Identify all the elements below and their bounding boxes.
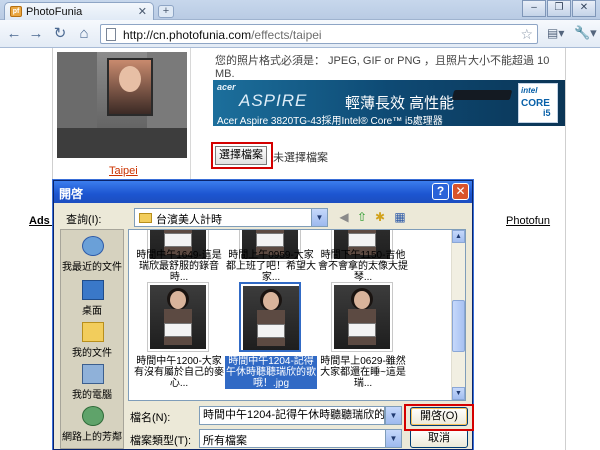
- tab-strip: pf PhotoFunia ✕ + – ❐ ✕: [0, 0, 600, 21]
- address-bar[interactable]: http://cn.photofunia.com/effects/taipei …: [100, 24, 538, 44]
- thumb-sign: [256, 233, 284, 247]
- thumb-sign: [164, 323, 192, 337]
- look-in-dropdown[interactable]: 台濱美人計時 ▼: [134, 208, 328, 227]
- minimize-button[interactable]: –: [522, 0, 546, 17]
- dialog-close-button[interactable]: ✕: [452, 183, 469, 200]
- file-thumbnail: [331, 282, 393, 352]
- file-list-scrollbar[interactable]: ▲ ▼: [451, 230, 465, 400]
- chevron-down-icon[interactable]: ▼: [385, 430, 401, 447]
- effect-caption-link[interactable]: Taipei: [109, 165, 138, 177]
- back-icon[interactable]: ←: [4, 24, 24, 44]
- page-menu-icon[interactable]: ▤▾: [547, 26, 564, 40]
- tab-title: PhotoFunia: [26, 6, 83, 18]
- place-label: 網路上的芳鄰: [62, 432, 122, 443]
- highlight-frame-open: [404, 404, 474, 431]
- url-text: http://cn.photofunia.com/effects/taipei: [123, 28, 322, 42]
- filetype-label: 檔案類型(T):: [130, 435, 192, 447]
- dialog-title-bar[interactable]: 開啓 ? ✕: [54, 181, 472, 203]
- recent-docs-icon: [82, 236, 104, 256]
- highlight-frame-choose: [211, 142, 273, 169]
- file-name: 時間中午1649-這是瑞欣最舒服的錄音時...: [136, 250, 222, 283]
- look-in-value: 台濱美人計時: [156, 214, 222, 226]
- window-controls: – ❐ ✕: [521, 0, 596, 17]
- ads-link[interactable]: Ads I: [29, 215, 56, 227]
- photofunia-favicon-icon: pf: [10, 6, 22, 17]
- thumb-sign: [257, 324, 285, 338]
- forward-icon[interactable]: →: [26, 24, 46, 44]
- intel-i5: i5: [543, 108, 551, 118]
- network-icon: [82, 406, 104, 426]
- file-name: 時間早上0629-雖然大家都還在睡~這是瑞...: [320, 356, 406, 389]
- place-label: 我的電腦: [72, 390, 112, 401]
- back-folder-icon[interactable]: ◀: [336, 209, 352, 225]
- up-folder-icon[interactable]: ⇧: [354, 209, 370, 225]
- thumb-sign: [348, 323, 376, 337]
- file-name: 時間中午1200-大家有沒有屬於自己的麥心...: [134, 356, 224, 389]
- scroll-down-arrow-icon[interactable]: ▼: [452, 387, 465, 400]
- scroll-thumb[interactable]: [452, 300, 465, 352]
- filename-label: 檔名(N):: [130, 412, 171, 424]
- file-name: 時間上午0959-大家都上班了吧！希望大家...: [226, 250, 316, 283]
- column-divider: [190, 48, 191, 183]
- chevron-down-icon[interactable]: ▼: [311, 209, 327, 226]
- url-host: http://cn.photofunia.com: [123, 28, 252, 42]
- preview-street: [57, 128, 187, 158]
- filetype-value: 所有檔案: [203, 435, 247, 447]
- filetype-dropdown[interactable]: 所有檔案 ▼: [199, 429, 402, 448]
- intel-brand: intel: [521, 86, 538, 95]
- banner-slogan: 輕薄長效 高性能: [345, 95, 455, 112]
- no-file-selected-text: 未選擇檔案: [273, 152, 328, 164]
- place-label: 我的文件: [72, 348, 112, 359]
- maximize-button[interactable]: ❐: [547, 0, 571, 17]
- thumb-sign: [348, 233, 376, 247]
- intel-core-i5-logo: intel CORE i5: [518, 83, 558, 123]
- banner-model-text: Acer Aspire 3820TG-43採用Intel® Core™ i5處理…: [217, 116, 443, 126]
- preview-face: [119, 66, 141, 92]
- reload-icon[interactable]: ↻: [50, 24, 70, 44]
- file-thumbnail: [147, 282, 209, 352]
- thumb-head: [354, 291, 370, 309]
- browser-tab[interactable]: pf PhotoFunia ✕: [4, 2, 154, 21]
- look-in-label: 查詢(I):: [66, 214, 102, 226]
- thumb-head: [170, 291, 186, 309]
- file-list[interactable]: 時間中午1649-這是瑞欣最舒服的錄音時... 時間上午0959-大家都上班了吧…: [128, 229, 466, 401]
- effect-preview-image[interactable]: [57, 52, 187, 158]
- filename-dropdown-icon[interactable]: ▼: [385, 406, 402, 425]
- thumb-head: [263, 292, 279, 310]
- my-computer-icon: [82, 364, 104, 384]
- new-tab-button[interactable]: +: [158, 5, 174, 18]
- cancel-button[interactable]: 取消: [410, 429, 468, 448]
- view-menu-icon[interactable]: ▦: [392, 209, 408, 225]
- browser-toolbar: ← → ↻ ⌂ http://cn.photofunia.com/effects…: [0, 20, 600, 48]
- my-documents-icon: [82, 322, 104, 342]
- page-icon: [106, 28, 116, 41]
- preview-building-left: [57, 52, 97, 132]
- tab-close-icon[interactable]: ✕: [138, 5, 147, 18]
- place-label: 我最近的文件: [62, 262, 122, 273]
- places-bar: 我最近的文件 桌面 我的文件 我的電腦 網路上的芳鄰: [60, 229, 124, 449]
- filename-input[interactable]: 時間中午1204-記得午休時聽聽瑞欣的歌哦: [199, 406, 385, 425]
- url-path: /effects/taipei: [251, 28, 322, 42]
- banner-product: ASPIRE: [239, 91, 308, 110]
- file-name: 時間中午1204-記得午休時聽聽瑞欣的歌哦！.jpg: [225, 356, 317, 389]
- bookmark-star-icon[interactable]: ☆: [520, 26, 533, 43]
- laptop-image: [451, 90, 513, 100]
- window-close-button[interactable]: ✕: [572, 0, 596, 17]
- acer-logo: acer: [217, 82, 236, 92]
- scroll-up-arrow-icon[interactable]: ▲: [452, 230, 465, 243]
- desktop-icon: [82, 280, 104, 300]
- upload-hint-text: 您的照片格式必須是： JPEG, GIF or PNG ，且照片大小不能超過 1…: [215, 55, 550, 80]
- folder-icon: [139, 213, 152, 223]
- home-icon[interactable]: ⌂: [74, 24, 94, 44]
- help-button[interactable]: ?: [432, 183, 449, 200]
- photofun-link[interactable]: Photofun: [506, 215, 550, 227]
- place-label: 桌面: [82, 306, 102, 317]
- new-folder-icon[interactable]: ✱: [372, 209, 388, 225]
- thumb-sign: [164, 233, 192, 247]
- file-thumbnail: [239, 282, 301, 352]
- dialog-title: 開啓: [59, 187, 84, 201]
- wrench-menu-icon[interactable]: 🔧▾: [574, 25, 597, 41]
- acer-ad-banner[interactable]: acer ASPIRE 輕薄長效 高性能 intel CORE i5 Acer …: [213, 80, 565, 126]
- file-name: 時間下午1150-吉他會不會拿的太像大提琴...: [318, 250, 408, 283]
